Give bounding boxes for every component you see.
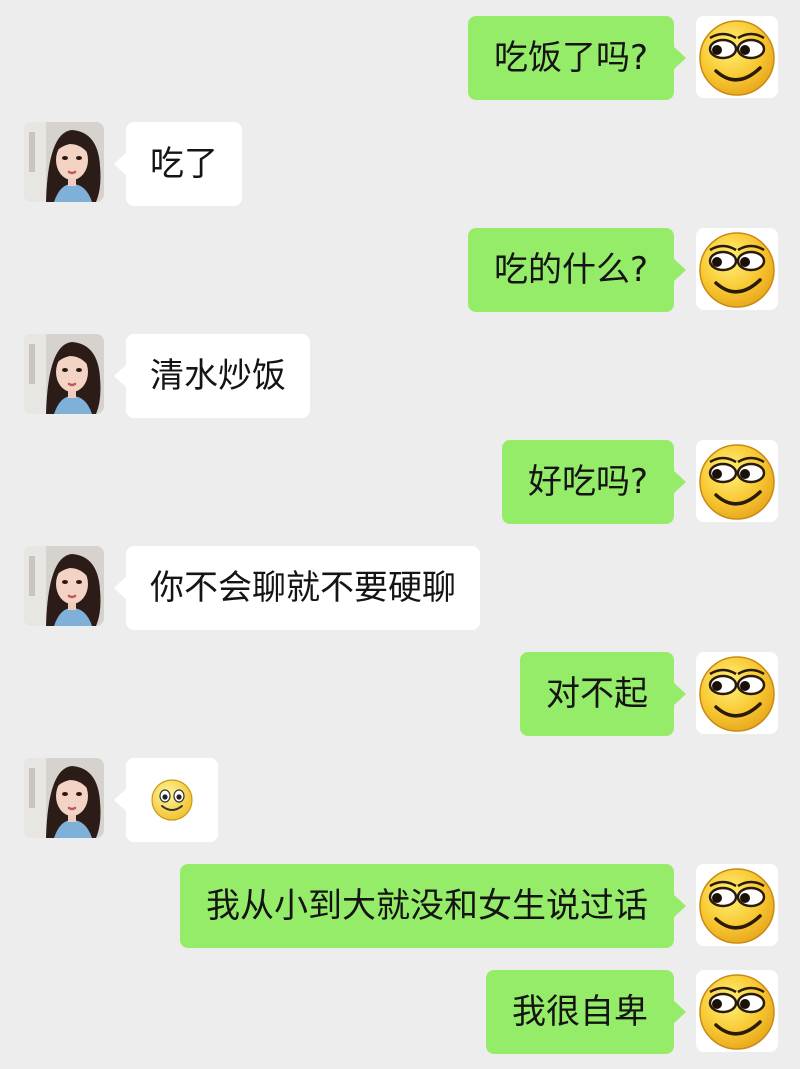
message-text: 我很自卑 [512,992,648,1032]
my-avatar-icon[interactable] [696,652,778,734]
message-row-received: 你不会聊就不要硬聊 [0,546,800,630]
message-row-received [0,758,800,842]
message-row-sent: 吃饭了吗? [0,16,800,100]
message-row-sent: 吃的什么? [0,228,800,312]
received-message-bubble[interactable]: 你不会聊就不要硬聊 [114,546,480,630]
message-row-received: 吃了 [0,122,800,206]
sent-message-bubble[interactable]: 吃饭了吗? [467,16,687,100]
my-avatar-icon[interactable] [696,970,778,1052]
sent-message-bubble[interactable]: 对不起 [520,652,686,736]
message-row-received: 清水炒饭 [0,334,800,418]
sent-message-bubble[interactable]: 我从小到大就没和女生说过话 [180,864,686,948]
message-text: 清水炒饭 [150,356,286,396]
message-row-sent: 我从小到大就没和女生说过话 [0,864,800,948]
received-message-bubble[interactable]: 吃了 [114,122,242,206]
my-avatar-icon[interactable] [696,228,778,310]
my-avatar-icon[interactable] [696,440,778,522]
message-text: 我从小到大就没和女生说过话 [206,886,648,926]
message-text: 对不起 [546,674,648,714]
sent-message-bubble[interactable]: 好吃吗? [501,440,687,524]
my-avatar-icon[interactable] [696,864,778,946]
message-row-sent: 我很自卑 [0,970,800,1054]
message-row-sent: 好吃吗? [0,440,800,524]
sent-message-bubble[interactable]: 吃的什么? [467,228,687,312]
contact-avatar-icon[interactable] [24,758,104,838]
received-message-bubble[interactable]: 清水炒饭 [114,334,310,418]
message-text: 吃了 [150,144,218,184]
contact-avatar-icon[interactable] [24,546,104,626]
my-avatar-icon[interactable] [696,16,778,98]
sent-message-bubble[interactable]: 我很自卑 [486,970,686,1054]
message-text: 吃的什么? [493,250,648,290]
contact-avatar-icon[interactable] [24,122,104,202]
message-row-sent: 对不起 [0,652,800,736]
message-text: 吃饭了吗? [493,38,648,78]
contact-avatar-icon[interactable] [24,334,104,414]
message-text: 好吃吗? [527,462,648,502]
smile-emoji-icon [150,778,194,822]
received-message-bubble[interactable] [114,758,218,842]
message-text: 你不会聊就不要硬聊 [150,568,456,608]
